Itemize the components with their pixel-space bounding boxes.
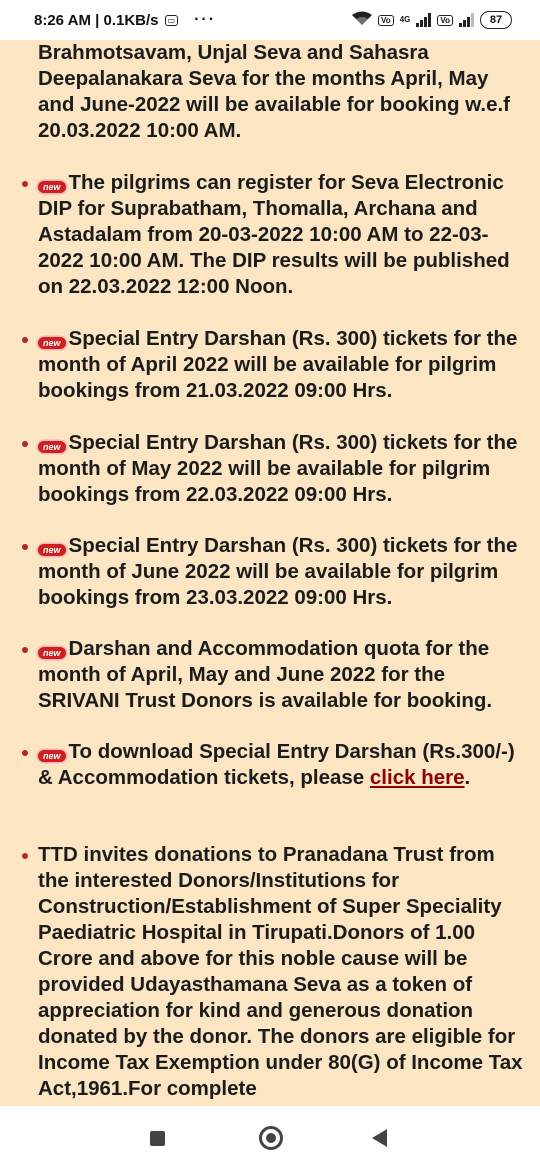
announcement-item: new The pilgrims can register for Seva El… (22, 170, 526, 300)
back-triangle-icon[interactable] (372, 1129, 387, 1147)
battery-icon: 87 (480, 11, 512, 29)
bullet-icon (22, 337, 28, 343)
announcement-item: Brahmotsavam, Unjal Seva and Sahasra Dee… (38, 40, 526, 144)
announcement-item: new Special Entry Darshan (Rs. 300) ticke… (22, 430, 526, 508)
new-badge-icon: new (38, 544, 66, 556)
announcement-item: new Special Entry Darshan (Rs. 300) ticke… (22, 326, 526, 404)
announcement-item: TTD invites donations to Pranadana Trust… (22, 842, 526, 1102)
new-badge-icon: new (38, 647, 66, 659)
new-badge-icon: new (38, 337, 66, 349)
wifi-icon (352, 11, 373, 30)
bullet-icon (22, 853, 28, 859)
new-badge-icon: new (38, 441, 66, 453)
volte-icon: Vo (378, 14, 394, 26)
volte-icon-2: Vo (437, 14, 453, 26)
announcement-text: Brahmotsavam, Unjal Seva and Sahasra Dee… (38, 41, 511, 142)
announcement-item: new Darshan and Accommodation quota for t… (22, 636, 526, 714)
home-circle-icon[interactable] (259, 1126, 283, 1150)
bullet-icon (22, 441, 28, 447)
new-badge-icon: new (38, 750, 66, 762)
recents-square-icon[interactable] (150, 1131, 165, 1146)
status-time-speed: 8:26 AM | 0.1KB/s (34, 11, 159, 29)
announcement-text: Special Entry Darshan (Rs. 300) tickets … (38, 327, 518, 402)
navigation-bar (0, 1106, 540, 1170)
bullet-icon (22, 181, 28, 187)
announcement-text: Special Entry Darshan (Rs. 300) tickets … (38, 534, 518, 609)
bullet-icon (22, 544, 28, 550)
more-notifications-icon: ··· (194, 11, 217, 28)
click-here-link[interactable]: click here (370, 766, 465, 789)
signal-icon-2 (459, 13, 474, 27)
announcement-item: new To download Special Entry Darshan (Rs… (22, 739, 526, 791)
bullet-icon (22, 750, 28, 756)
announcement-text: The pilgrims can register for Seva Elect… (38, 171, 510, 298)
status-right: Vo 4G Vo 87 (352, 11, 512, 30)
announcements-content[interactable]: Brahmotsavam, Unjal Seva and Sahasra Dee… (0, 40, 540, 1106)
new-badge-icon: new (38, 181, 66, 193)
announcement-item: new Special Entry Darshan (Rs. 300) ticke… (22, 533, 526, 611)
announcement-text: Darshan and Accommodation quota for the … (38, 637, 493, 712)
network-type-label: 4G (399, 14, 411, 24)
announcement-text: Special Entry Darshan (Rs. 300) tickets … (38, 431, 518, 506)
status-left: 8:26 AM | 0.1KB/s ▭ ··· (34, 11, 216, 29)
bullet-icon (22, 647, 28, 653)
announcement-text: TTD invites donations to Pranadana Trust… (38, 843, 523, 1100)
signal-icon (416, 13, 432, 27)
status-bar: 8:26 AM | 0.1KB/s ▭ ··· Vo 4G Vo 87 (0, 0, 540, 40)
screen-record-icon: ▭ (164, 14, 179, 26)
link-trailing-text: . (464, 766, 471, 789)
